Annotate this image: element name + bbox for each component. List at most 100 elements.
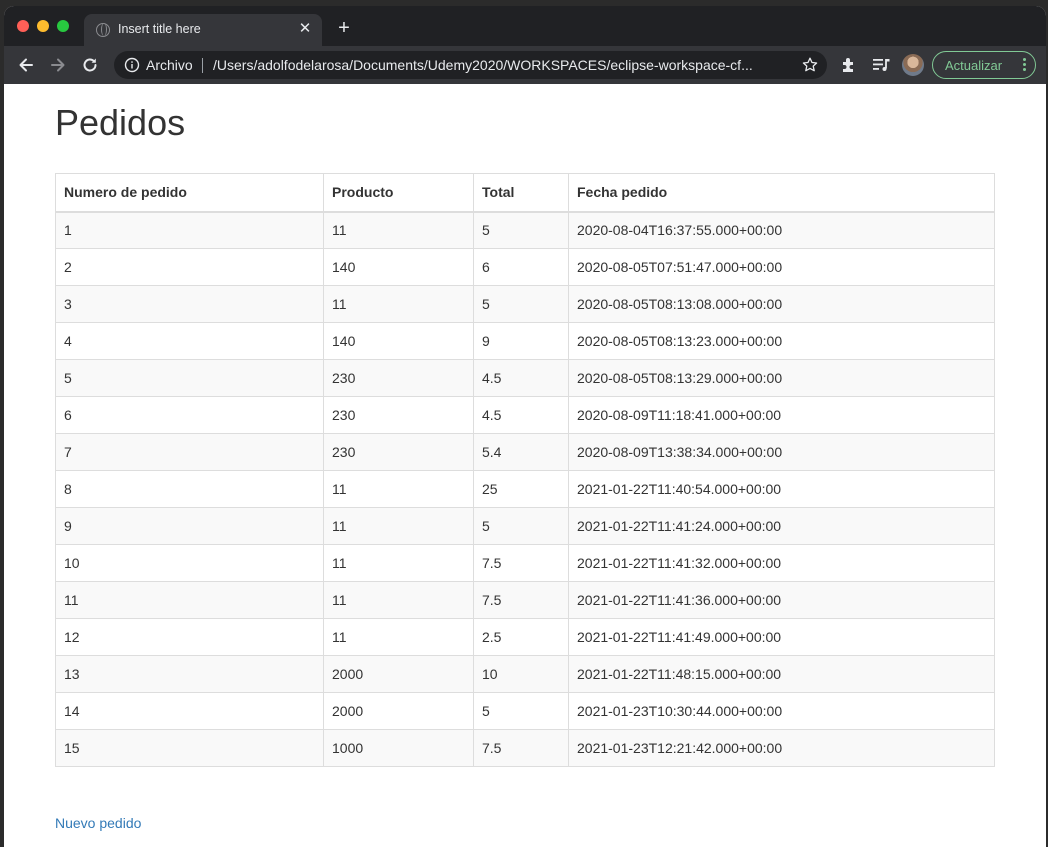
table-row: 8 11 25 2021-01-22T11:40:54.000+00:00: [55, 470, 995, 508]
table-cell: 12: [55, 618, 324, 656]
table-row: 6 230 4.5 2020-08-09T11:18:41.000+00:00: [55, 396, 995, 434]
table-cell: 1000: [323, 729, 474, 767]
table-row: 2 140 6 2020-08-05T07:51:47.000+00:00: [55, 248, 995, 286]
table-cell: 5: [55, 359, 324, 397]
column-header: Producto: [323, 173, 474, 213]
profile-avatar[interactable]: [902, 54, 924, 76]
close-window-button[interactable]: [17, 20, 29, 32]
table-cell: 11: [55, 581, 324, 619]
table-cell: 5: [473, 692, 569, 730]
table-cell: 2.5: [473, 618, 569, 656]
browser-tab[interactable]: Insert title here ✕: [84, 14, 322, 46]
reload-icon[interactable]: [80, 55, 100, 75]
table-cell: 230: [323, 433, 474, 471]
address-divider: [202, 58, 203, 73]
table-cell: 4: [55, 322, 324, 360]
update-button[interactable]: Actualizar: [932, 51, 1036, 79]
table-row: 10 11 7.5 2021-01-22T11:41:32.000+00:00: [55, 544, 995, 582]
table-cell: 9: [473, 322, 569, 360]
table-cell: 5: [473, 211, 569, 249]
table-cell: 11: [323, 285, 474, 323]
minimize-window-button[interactable]: [37, 20, 49, 32]
table-cell: 140: [323, 322, 474, 360]
menu-icon[interactable]: [1023, 58, 1027, 72]
table-row: 5 230 4.5 2020-08-05T08:13:29.000+00:00: [55, 359, 995, 397]
table-cell: 2021-01-22T11:41:24.000+00:00: [568, 507, 995, 545]
table-cell: 1: [55, 211, 324, 249]
table-cell: 3: [55, 285, 324, 323]
table-row: 11 11 7.5 2021-01-22T11:41:36.000+00:00: [55, 581, 995, 619]
address-url[interactable]: /Users/adolfodelarosa/Documents/Udemy202…: [213, 57, 788, 73]
browser-window: Insert title here ✕ + Archivo /Users/ado…: [4, 6, 1046, 847]
star-icon[interactable]: [801, 56, 819, 74]
column-header: Fecha pedido: [568, 173, 995, 213]
page-content: Pedidos Numero de pedido Producto Total …: [4, 84, 1046, 847]
new-order-link[interactable]: Nuevo pedido: [55, 815, 141, 831]
table-row: 7 230 5.4 2020-08-09T13:38:34.000+00:00: [55, 433, 995, 471]
tab-bar: Insert title here ✕ +: [4, 6, 1046, 46]
table-cell: 140: [323, 248, 474, 286]
page-title: Pedidos: [55, 102, 186, 143]
table-cell: 2020-08-05T07:51:47.000+00:00: [568, 248, 995, 286]
orders-table-body: 1 11 5 2020-08-04T16:37:55.000+00:00 2 140 6 20…: [55, 211, 995, 767]
table-cell: 5: [473, 285, 569, 323]
table-header-row: Numero de pedido Producto Total Fecha pe…: [55, 173, 995, 213]
tab-title: Insert title here: [118, 22, 201, 36]
orders-table: Numero de pedido Producto Total Fecha pe…: [55, 173, 995, 767]
table-cell: 4.5: [473, 359, 569, 397]
column-header: Numero de pedido: [55, 173, 324, 213]
globe-icon: [96, 23, 110, 37]
info-icon[interactable]: [124, 57, 140, 73]
table-cell: 6: [55, 396, 324, 434]
media-control-icon[interactable]: [871, 56, 891, 74]
back-icon[interactable]: [16, 55, 36, 75]
table-cell: 11: [323, 581, 474, 619]
table-cell: 2021-01-22T11:41:36.000+00:00: [568, 581, 995, 619]
table-cell: 2000: [323, 655, 474, 693]
table-cell: 2020-08-09T13:38:34.000+00:00: [568, 433, 995, 471]
table-cell: 2020-08-05T08:13:29.000+00:00: [568, 359, 995, 397]
table-cell: 2021-01-23T12:21:42.000+00:00: [568, 729, 995, 767]
table-cell: 2020-08-09T11:18:41.000+00:00: [568, 396, 995, 434]
update-button-label: Actualizar: [945, 58, 1003, 73]
table-cell: 2: [55, 248, 324, 286]
table-cell: 11: [323, 470, 474, 508]
table-cell: 6: [473, 248, 569, 286]
table-cell: 11: [323, 618, 474, 656]
table-cell: 13: [55, 655, 324, 693]
maximize-window-button[interactable]: [57, 20, 69, 32]
table-cell: 25: [473, 470, 569, 508]
extensions-icon[interactable]: [840, 56, 858, 74]
table-row: 4 140 9 2020-08-05T08:13:23.000+00:00: [55, 322, 995, 360]
table-row: 9 11 5 2021-01-22T11:41:24.000+00:00: [55, 507, 995, 545]
table-cell: 7.5: [473, 581, 569, 619]
table-cell: 8: [55, 470, 324, 508]
table-cell: 10: [55, 544, 324, 582]
close-tab-icon[interactable]: ✕: [296, 20, 314, 38]
table-cell: 5: [473, 507, 569, 545]
table-cell: 2000: [323, 692, 474, 730]
table-cell: 4.5: [473, 396, 569, 434]
table-cell: 230: [323, 359, 474, 397]
column-header: Total: [473, 173, 569, 213]
table-cell: 10: [473, 655, 569, 693]
table-cell: 230: [323, 396, 474, 434]
browser-toolbar: Archivo /Users/adolfodelarosa/Documents/…: [4, 46, 1046, 84]
table-cell: 2020-08-05T08:13:08.000+00:00: [568, 285, 995, 323]
forward-icon[interactable]: [48, 55, 68, 75]
table-cell: 2020-08-04T16:37:55.000+00:00: [568, 211, 995, 249]
table-cell: 9: [55, 507, 324, 545]
table-row: 14 2000 5 2021-01-23T10:30:44.000+00:00: [55, 692, 995, 730]
table-cell: 11: [323, 211, 474, 249]
table-row: 13 2000 10 2021-01-22T11:48:15.000+00:00: [55, 655, 995, 693]
table-cell: 2021-01-23T10:30:44.000+00:00: [568, 692, 995, 730]
table-cell: 2020-08-05T08:13:23.000+00:00: [568, 322, 995, 360]
table-row: 15 1000 7.5 2021-01-23T12:21:42.000+00:00: [55, 729, 995, 767]
address-bar[interactable]: Archivo /Users/adolfodelarosa/Documents/…: [114, 51, 827, 79]
table-row: 12 11 2.5 2021-01-22T11:41:49.000+00:00: [55, 618, 995, 656]
table-cell: 2021-01-22T11:48:15.000+00:00: [568, 655, 995, 693]
table-cell: 5.4: [473, 433, 569, 471]
table-cell: 11: [323, 544, 474, 582]
table-cell: 7.5: [473, 729, 569, 767]
new-tab-button[interactable]: +: [334, 18, 354, 38]
